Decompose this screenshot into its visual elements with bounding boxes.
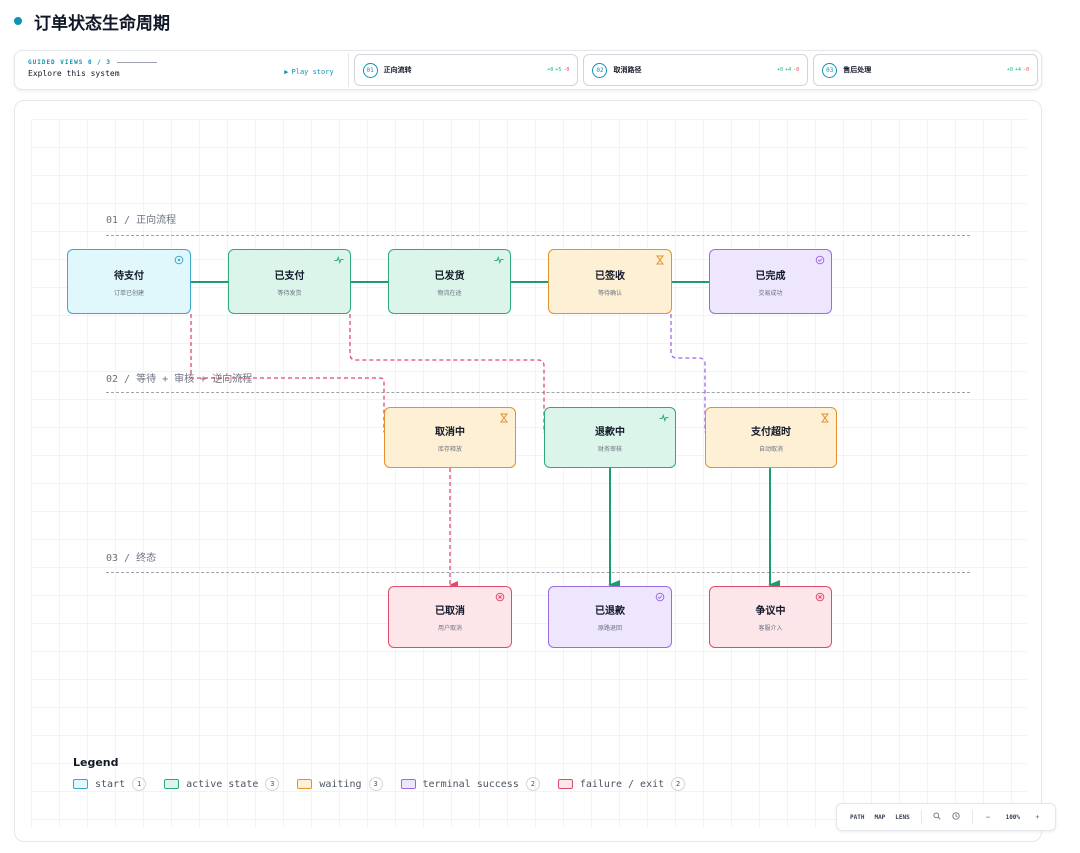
toolbar-divider <box>971 810 973 824</box>
legend-swatch <box>73 779 88 789</box>
legend-items: start 1 active state 3 waiting 3 termina… <box>73 777 686 791</box>
lens-button[interactable]: LENS <box>890 814 914 821</box>
hourglass-icon <box>500 413 508 423</box>
legend-title: Legend <box>73 756 119 769</box>
clock-icon[interactable] <box>947 812 966 822</box>
node-cancelled[interactable]: 已取消 用户取消 <box>388 586 512 648</box>
legend-swatch <box>164 779 180 789</box>
toolbar-divider <box>920 810 922 824</box>
zoom-level: 100% <box>1005 813 1021 821</box>
legend-count: 1 <box>132 777 147 791</box>
node-payment-timeout[interactable]: 支付超时 自动取消 <box>705 407 837 468</box>
x-circle-icon <box>815 592 825 602</box>
node-shipped[interactable]: 已发货 物流在途 <box>388 249 511 314</box>
legend-count: 3 <box>265 777 280 791</box>
node-pending-payment[interactable]: 待支付 订单已创建 <box>67 249 191 314</box>
legend: Legend start 1 active state 3 waiting 3 … <box>73 756 686 791</box>
node-refunding[interactable]: 退款中 财务审核 <box>544 407 676 468</box>
clock-icon <box>174 255 184 265</box>
legend-count: 3 <box>368 777 383 791</box>
node-paid[interactable]: 已支付 等待发货 <box>228 249 351 314</box>
node-disputed[interactable]: 争议中 客服介入 <box>709 586 832 648</box>
path-button[interactable]: PATH <box>845 814 869 821</box>
node-cancelling[interactable]: 取消中 库存释放 <box>384 407 516 468</box>
edge-signed-to-timeout <box>670 314 713 436</box>
legend-item-active[interactable]: active state 3 <box>164 777 280 791</box>
legend-swatch <box>557 779 573 789</box>
legend-count: 2 <box>525 777 540 791</box>
pulse-icon <box>494 256 504 265</box>
map-button[interactable]: MAP <box>869 814 890 821</box>
legend-item-failure[interactable]: failure / exit 2 <box>557 777 686 791</box>
pulse-icon <box>659 414 669 423</box>
legend-item-waiting[interactable]: waiting 3 <box>297 777 383 791</box>
hourglass-icon <box>821 413 829 423</box>
zoom-out-button[interactable]: — <box>979 814 998 821</box>
legend-swatch <box>400 779 416 789</box>
search-icon[interactable] <box>928 812 947 822</box>
pulse-icon <box>334 256 344 265</box>
legend-swatch <box>297 779 313 789</box>
legend-item-success[interactable]: terminal success 2 <box>400 777 540 791</box>
node-refunded[interactable]: 已退款 原路退回 <box>548 586 672 648</box>
canvas-toolbar: PATH MAP LENS — 100% + <box>836 803 1056 831</box>
zoom-in-button[interactable]: + <box>1028 814 1047 821</box>
hourglass-icon <box>656 255 664 265</box>
legend-item-start[interactable]: start 1 <box>73 777 147 791</box>
edges-layer <box>190 281 780 590</box>
edge-pending-to-cancelling <box>190 314 392 436</box>
x-circle-icon <box>495 592 505 602</box>
node-completed[interactable]: 已完成 交易成功 <box>709 249 832 314</box>
legend-count: 2 <box>671 777 686 791</box>
node-signed[interactable]: 已签收 等待确认 <box>548 249 672 314</box>
check-circle-icon <box>815 255 825 265</box>
check-circle-icon <box>655 592 665 602</box>
